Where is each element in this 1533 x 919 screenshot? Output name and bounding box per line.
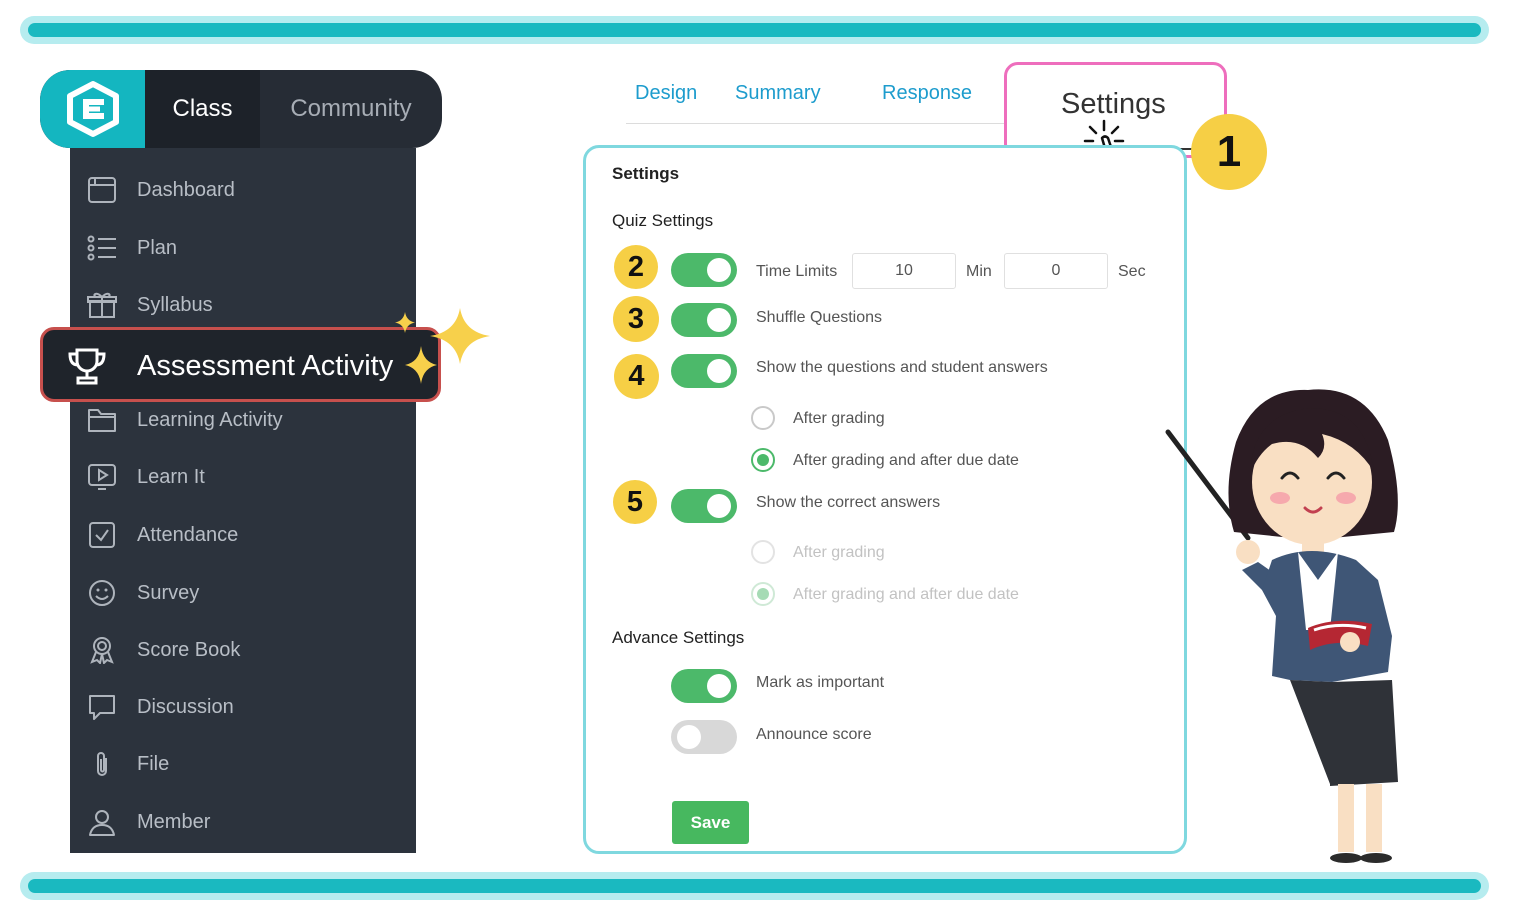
tab-response[interactable]: Response [882, 82, 972, 105]
smiley-icon [89, 580, 115, 606]
time-limits-toggle[interactable] [671, 253, 737, 287]
sidebar-item-assessment-activity[interactable]: Assessment Activity [40, 327, 441, 402]
sidebar-item-dashboard[interactable]: Dashboard [70, 165, 416, 215]
show-correct-answers-label: Show the correct answers [756, 494, 941, 511]
minutes-unit-label: Min [966, 263, 992, 280]
sidebar-item-label: Member [137, 810, 211, 833]
calendar-icon [88, 177, 116, 203]
sidebar-item-label: Syllabus [137, 293, 213, 316]
seconds-unit-label: Sec [1118, 263, 1146, 280]
shuffle-questions-label: Shuffle Questions [756, 309, 883, 326]
announce-score-label: Announce score [756, 726, 872, 743]
paperclip-icon [97, 752, 107, 776]
time-limit-minutes-input[interactable] [852, 253, 956, 289]
nav-class-tab[interactable]: Class [145, 70, 260, 148]
step-badge-5: 5 [613, 480, 657, 524]
sidebar-item-discussion[interactable]: Discussion [70, 682, 416, 732]
sidebar-item-label: Survey [137, 581, 200, 604]
sidebar-item-label: Learn It [137, 465, 205, 488]
play-monitor-icon [88, 464, 116, 490]
announce-score-toggle[interactable] [671, 720, 737, 754]
show-correct-after-due-radio[interactable] [751, 582, 775, 606]
award-icon [90, 637, 114, 664]
sidebar-item-label: File [137, 752, 170, 775]
folder-icon [88, 409, 116, 432]
show-answers-label: Show the questions and student answers [756, 359, 1048, 376]
show-answers-after-due-radio[interactable] [751, 448, 775, 472]
sidebar-item-label: Assessment Activity [137, 350, 394, 382]
step-badge-3: 3 [613, 296, 659, 342]
sparkle-icon [395, 308, 490, 384]
sidebar-item-label: Discussion [137, 695, 234, 718]
checkbox-icon [89, 522, 115, 548]
sidebar-item-score-book[interactable]: Score Book [70, 625, 416, 675]
chat-icon [89, 695, 115, 720]
step-badge-2: 2 [614, 245, 658, 289]
show-answers-after-grading-label: After grading [793, 410, 885, 427]
show-correct-after-due-label: After grading and after due date [793, 586, 1019, 603]
list-icon [87, 235, 116, 261]
sidebar-item-label: Attendance [137, 523, 239, 546]
top-frame-bar [20, 16, 1489, 44]
sidebar-item-member[interactable]: Member [70, 797, 416, 847]
logo-icon [66, 81, 119, 137]
sidebar-item-syllabus[interactable]: Syllabus [70, 280, 416, 330]
gift-icon [87, 292, 117, 318]
app-logo[interactable] [40, 70, 145, 148]
sidebar-item-label: Learning Activity [137, 408, 283, 431]
save-button[interactable]: Save [672, 801, 749, 844]
mark-important-label: Mark as important [756, 674, 885, 691]
tab-design[interactable]: Design [635, 82, 697, 105]
show-answers-after-grading-radio[interactable] [751, 406, 775, 430]
panel-title: Settings [612, 164, 680, 183]
sidebar: Dashboard Plan Syllabus Learning Activit… [70, 148, 416, 853]
show-correct-answers-toggle[interactable] [671, 489, 737, 523]
sidebar-item-attendance[interactable]: Attendance [70, 510, 416, 560]
sidebar-item-label: Score Book [137, 638, 241, 661]
show-correct-after-grading-radio[interactable] [751, 540, 775, 564]
sidebar-item-plan[interactable]: Plan [70, 223, 416, 273]
step-badge-4: 4 [614, 354, 659, 399]
shuffle-questions-toggle[interactable] [671, 303, 737, 337]
sidebar-item-learn-it[interactable]: Learn It [70, 452, 416, 502]
tab-settings-label: Settings [1061, 88, 1166, 120]
sidebar-item-file[interactable]: File [70, 739, 416, 789]
mark-important-toggle[interactable] [671, 669, 737, 703]
user-icon [89, 810, 115, 836]
sidebar-item-label: Plan [137, 236, 178, 259]
quiz-settings-heading: Quiz Settings [612, 211, 714, 230]
advance-settings-heading: Advance Settings [612, 628, 745, 647]
sidebar-item-learning-activity[interactable]: Learning Activity [70, 395, 416, 445]
show-answers-toggle[interactable] [671, 354, 737, 388]
sidebar-item-survey[interactable]: Survey [70, 568, 416, 618]
trophy-icon [68, 348, 106, 385]
show-answers-after-due-label: After grading and after due date [793, 452, 1019, 469]
teacher-illustration [1165, 389, 1398, 863]
show-correct-after-grading-label: After grading [793, 544, 885, 561]
step-badge-1: 1 [1191, 114, 1267, 190]
tab-divider [626, 123, 1006, 124]
nav-community-tab[interactable]: Community [260, 70, 442, 148]
top-navigation: Class Community [40, 70, 442, 148]
time-limits-label: Time Limits [756, 263, 838, 280]
sidebar-item-label: Dashboard [137, 178, 235, 201]
time-limit-seconds-input[interactable] [1004, 253, 1108, 289]
bottom-frame-bar [20, 872, 1489, 900]
tab-summary[interactable]: Summary [735, 82, 821, 105]
